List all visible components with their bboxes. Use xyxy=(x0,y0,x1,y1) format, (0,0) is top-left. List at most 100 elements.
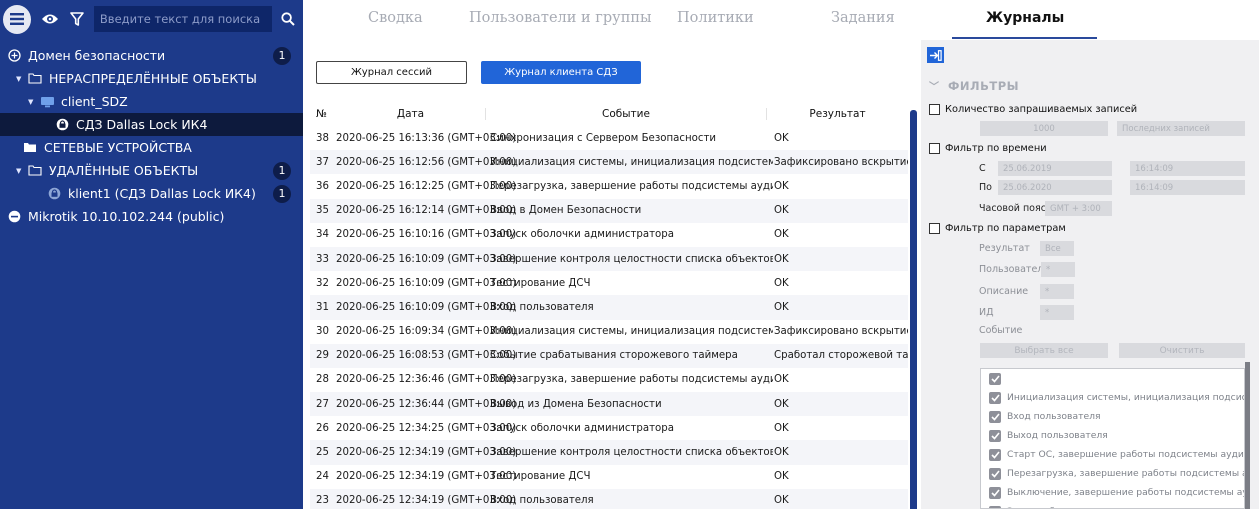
select-all-button[interactable]: Выбрать все xyxy=(980,343,1108,358)
time-filter-checkbox[interactable] xyxy=(929,143,940,154)
checkbox-checked-icon[interactable] xyxy=(989,505,1001,508)
tree-item-mikrotik[interactable]: Mikrotik 10.10.102.244 (public) xyxy=(0,205,303,228)
event-checklist-item[interactable]: Выход пользователя xyxy=(981,426,1244,445)
count-filter-checkbox[interactable] xyxy=(929,104,940,115)
event-checklist-item[interactable] xyxy=(981,369,1244,388)
tab-tasks[interactable]: Задания xyxy=(831,10,895,26)
col-header-result[interactable]: Результат xyxy=(767,108,908,120)
event-checklist-item[interactable]: Выключение, завершение работы подсистемы… xyxy=(981,483,1244,502)
table-cell-date: 2020-06-25 16:10:16 (GMT+03:00) xyxy=(336,229,517,241)
table-cell-event: Перезагрузка, завершение работы подсисте… xyxy=(490,374,773,386)
tab-users-groups[interactable]: Пользователи и группы xyxy=(469,10,652,26)
journal-table: № Дата Событие Результат 38 2020-06-25 16… xyxy=(310,102,908,509)
tab-summary[interactable]: Сводка xyxy=(368,10,423,26)
table-cell-date: 2020-06-25 16:12:14 (GMT+03:00) xyxy=(336,205,517,217)
table-row[interactable]: 30 2020-06-25 16:09:34 (GMT+03:00) Инициал… xyxy=(310,320,908,344)
event-checklist-item[interactable]: Вход пользователя xyxy=(981,407,1244,426)
table-row[interactable]: 36 2020-06-25 16:12:25 (GMT+03:00) Перезаг… xyxy=(310,174,908,198)
checkbox-checked-icon[interactable] xyxy=(989,410,1001,423)
search-field[interactable] xyxy=(93,6,272,32)
tab-policies[interactable]: Политики xyxy=(677,10,754,26)
active-tab-indicator xyxy=(952,37,1097,39)
filters-header[interactable]: ﹀ ФИЛЬТРЫ xyxy=(929,78,1019,93)
tree-item-security-domain[interactable]: Домен безопасности 1 xyxy=(0,44,303,67)
tree-item-klient1[interactable]: klient1 (СДЗ Dallas Lock ИК4) 1 xyxy=(0,182,303,205)
table-cell-result: Зафиксировано вскрытие кор xyxy=(774,156,908,168)
table-row[interactable]: 31 2020-06-25 16:10:09 (GMT+03:00) Вход по… xyxy=(310,295,908,320)
table-cell-date: 2020-06-25 12:34:25 (GMT+03:00) xyxy=(336,422,517,434)
caret-down-icon[interactable]: ▼ xyxy=(16,167,25,175)
collapse-panel-button[interactable] xyxy=(927,47,944,63)
time-to-date[interactable]: 25.06.2020 xyxy=(998,180,1112,195)
table-cell-number: 30 xyxy=(316,326,329,338)
description-input[interactable]: * xyxy=(1040,284,1074,299)
table-row[interactable]: 24 2020-06-25 12:34:19 (GMT+03:00) Тестиро… xyxy=(310,465,908,489)
tab-journals[interactable]: Журналы xyxy=(986,10,1064,26)
timezone-select[interactable]: GMT + 3:00 xyxy=(1045,201,1112,216)
params-filter-label: Фильтр по параметрам xyxy=(945,223,1066,234)
tree-item-remote-objects[interactable]: ▼ УДАЛЁННЫЕ ОБЪЕКТЫ 1 xyxy=(0,159,303,182)
caret-down-icon[interactable]: ▼ xyxy=(16,75,25,83)
tree-item-client-sdz[interactable]: ▼ client_SDZ xyxy=(0,90,303,113)
checkbox-checked-icon[interactable] xyxy=(989,372,1001,385)
table-cell-result: OK xyxy=(774,205,789,217)
table-row[interactable]: 38 2020-06-25 16:13:36 (GMT+03:00) Синхрон… xyxy=(310,126,908,150)
table-cell-number: 36 xyxy=(316,180,329,192)
time-from-date[interactable]: 25.06.2019 xyxy=(998,161,1112,176)
checkbox-checked-icon[interactable] xyxy=(989,448,1001,461)
col-header-number[interactable]: № xyxy=(310,108,336,120)
caret-down-icon[interactable]: ▼ xyxy=(28,98,37,106)
table-row[interactable]: 28 2020-06-25 12:36:46 (GMT+03:00) Перезаг… xyxy=(310,368,908,392)
time-to-label: По xyxy=(979,182,992,193)
params-filter-checkbox[interactable] xyxy=(929,223,940,234)
event-label: Событие xyxy=(979,325,1023,336)
tree-item-sdz-dallas-lock[interactable]: СДЗ Dallas Lock ИК4 xyxy=(0,113,303,136)
time-from-time[interactable]: 16:14:09 xyxy=(1130,161,1245,176)
table-row[interactable]: 32 2020-06-25 16:10:09 (GMT+03:00) Тестиро… xyxy=(310,271,908,295)
table-row[interactable]: 33 2020-06-25 16:10:09 (GMT+03:00) Заверше… xyxy=(310,246,908,272)
menu-button[interactable] xyxy=(3,4,32,34)
time-to-time[interactable]: 16:14:09 xyxy=(1130,180,1245,195)
event-checklist-scrollbar[interactable] xyxy=(1245,362,1250,509)
view-toggle-button[interactable] xyxy=(39,8,60,30)
search-icon xyxy=(281,12,296,26)
table-row[interactable]: 34 2020-06-25 16:10:16 (GMT+03:00) Запуск … xyxy=(310,223,908,247)
client-journal-button[interactable]: Журнал клиента СДЗ xyxy=(481,61,641,84)
table-cell-number: 31 xyxy=(316,301,329,313)
event-checklist-item[interactable]: Перезагрузка, завершение работы подсисте… xyxy=(981,464,1244,483)
table-cell-date: 2020-06-25 16:08:53 (GMT+03:00) xyxy=(336,350,517,362)
checkbox-checked-icon[interactable] xyxy=(989,486,1001,499)
col-header-event[interactable]: Событие xyxy=(486,108,767,120)
table-scrollbar[interactable] xyxy=(910,110,917,509)
table-row[interactable]: 26 2020-06-25 12:34:25 (GMT+03:00) Запуск … xyxy=(310,416,908,440)
table-row[interactable]: 29 2020-06-25 16:08:53 (GMT+03:00) Событие… xyxy=(310,343,908,368)
table-cell-date: 2020-06-25 12:36:46 (GMT+03:00) xyxy=(336,374,517,386)
table-row[interactable]: 37 2020-06-25 16:12:56 (GMT+03:00) Инициал… xyxy=(310,150,908,175)
result-select[interactable]: Все xyxy=(1040,241,1074,256)
table-cell-result: Сработал сторожевой таймер xyxy=(774,350,908,362)
event-checklist-item[interactable]: Запуск оболочки администратора xyxy=(981,502,1244,508)
checkbox-checked-icon[interactable] xyxy=(989,391,1001,404)
id-input[interactable]: * xyxy=(1040,305,1074,320)
tree-item-unassigned-objects[interactable]: ▼ НЕРАСПРЕДЕЛЁННЫЕ ОБЪЕКТЫ xyxy=(0,67,303,90)
count-input[interactable]: 1000 xyxy=(980,121,1108,136)
table-row[interactable]: 27 2020-06-25 12:36:44 (GMT+03:00) Вывод и… xyxy=(310,392,908,417)
table-cell-date: 2020-06-25 12:34:19 (GMT+03:00) xyxy=(336,447,517,459)
count-mode-select[interactable]: Последних записей xyxy=(1117,121,1245,136)
event-checklist-item[interactable]: Инициализация системы, инициализация под… xyxy=(981,388,1244,407)
table-row[interactable]: 35 2020-06-25 16:12:14 (GMT+03:00) Ввод в … xyxy=(310,198,908,223)
col-header-date[interactable]: Дата xyxy=(336,108,486,120)
event-checklist-item[interactable]: Старт ОС, завершение работы подсистемы а… xyxy=(981,445,1244,464)
checkbox-checked-icon[interactable] xyxy=(989,467,1001,480)
sessions-journal-button[interactable]: Журнал сессий xyxy=(316,61,467,84)
search-button[interactable] xyxy=(274,6,303,32)
user-input[interactable]: * xyxy=(1041,262,1075,277)
time-filter-row: Фильтр по времени xyxy=(929,143,1047,154)
filter-button[interactable] xyxy=(67,8,88,30)
checkbox-checked-icon[interactable] xyxy=(989,429,1001,442)
table-row[interactable]: 23 2020-06-25 12:34:19 (GMT+03:00) Вход по… xyxy=(310,488,908,509)
table-row[interactable]: 25 2020-06-25 12:34:19 (GMT+03:00) Заверше… xyxy=(310,440,908,465)
clear-button[interactable]: Очистить xyxy=(1119,343,1245,358)
search-input[interactable] xyxy=(99,12,272,26)
tree-item-network-devices[interactable]: СЕТЕВЫЕ УСТРОЙСТВА xyxy=(0,136,303,159)
